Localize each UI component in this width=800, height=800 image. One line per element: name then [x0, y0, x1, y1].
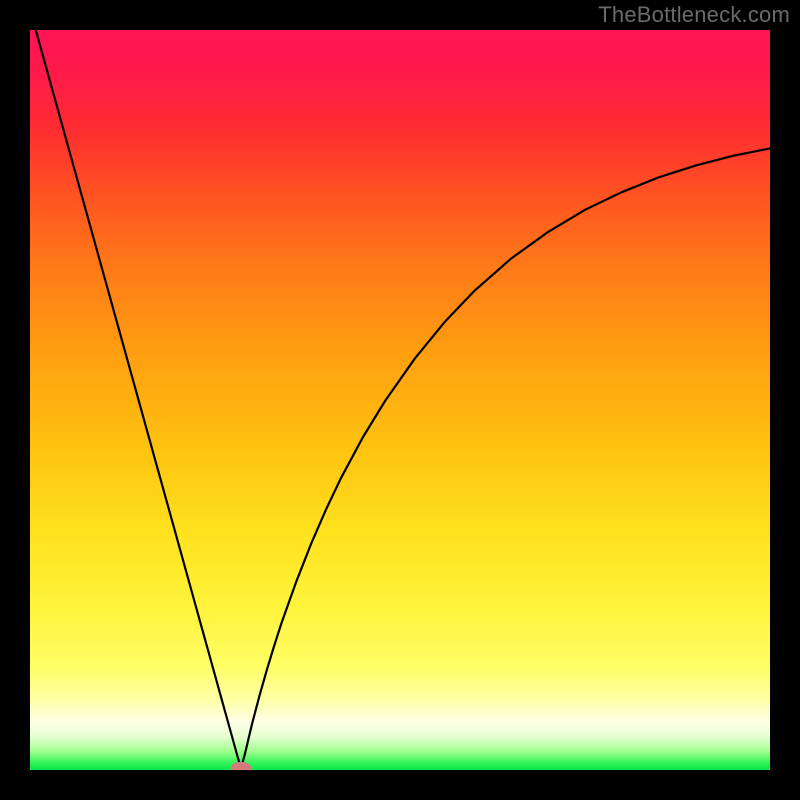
- curve-overlay: [30, 30, 770, 770]
- curve-left-branch: [34, 30, 241, 769]
- minimum-marker: [231, 762, 252, 770]
- curve-right-branch: [241, 148, 770, 768]
- plot-area: [30, 30, 770, 770]
- chart-frame: TheBottleneck.com: [0, 0, 800, 800]
- watermark-text: TheBottleneck.com: [598, 2, 790, 28]
